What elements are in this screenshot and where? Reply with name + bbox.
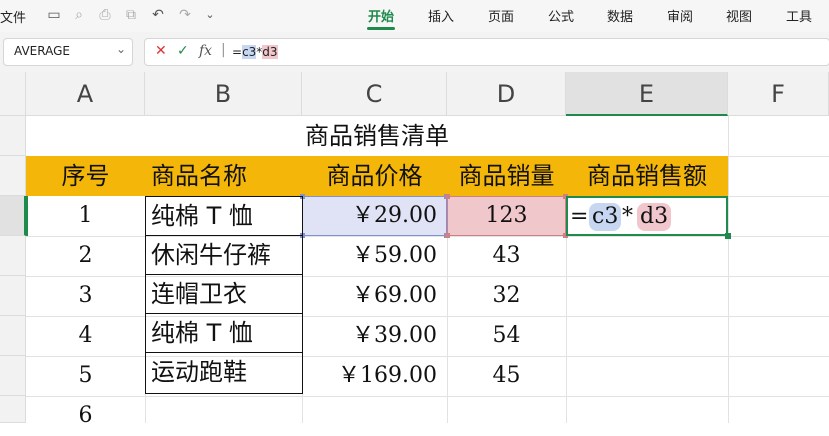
confirm-icon[interactable]: ✓ xyxy=(177,43,189,59)
tab-home[interactable]: 开始 xyxy=(368,6,394,25)
tab-data[interactable]: 数据 xyxy=(607,6,633,25)
header-product-qty[interactable]: 商品销量 xyxy=(447,156,566,196)
edit-ref-c3: c3 xyxy=(589,203,622,231)
cell-d4[interactable]: 43 xyxy=(447,236,566,276)
cell-a5[interactable]: 3 xyxy=(26,276,145,316)
row-header-2[interactable] xyxy=(0,156,26,196)
header-product-price[interactable]: 商品价格 xyxy=(302,156,447,196)
cell-b3[interactable]: 纯棉 T 恤 xyxy=(145,196,303,236)
active-tab-indicator xyxy=(367,27,395,30)
column-header-e[interactable]: E xyxy=(566,72,728,116)
undo-icon[interactable]: ↶ xyxy=(149,5,167,25)
tab-tools[interactable]: 工具 xyxy=(786,6,812,25)
tab-review[interactable]: 审阅 xyxy=(667,6,693,25)
formula-ref-c3: c3 xyxy=(242,45,257,59)
column-header-b[interactable]: B xyxy=(145,72,302,116)
column-header-c[interactable]: C xyxy=(302,72,447,116)
edit-operator: * xyxy=(622,204,633,229)
edit-ref-d3: d3 xyxy=(637,203,672,231)
column-header-a[interactable]: A xyxy=(26,72,145,116)
cell-b5[interactable]: 连帽卫衣 xyxy=(145,274,303,314)
cell-a7[interactable]: 5 xyxy=(26,356,145,396)
chevron-down-icon[interactable]: ⌄ xyxy=(116,42,126,56)
cell-d3[interactable]: 123 xyxy=(447,196,566,236)
sheet-title[interactable]: 商品销售清单 xyxy=(26,116,728,156)
row-header-1[interactable] xyxy=(0,116,26,156)
cell-d5[interactable]: 32 xyxy=(447,276,566,316)
tab-formula[interactable]: 公式 xyxy=(548,6,574,25)
cell-b7[interactable]: 运动跑鞋 xyxy=(145,352,303,394)
print-preview-icon[interactable]: ⧉ xyxy=(122,5,140,25)
fill-handle[interactable] xyxy=(725,233,731,239)
redo-icon[interactable]: ↷ xyxy=(176,5,194,25)
function-icon[interactable]: fx xyxy=(199,43,212,59)
cell-d7[interactable]: 45 xyxy=(447,356,566,396)
chevron-down-icon[interactable]: ⌄ xyxy=(201,5,219,25)
print-icon[interactable]: ⎙ xyxy=(96,5,114,25)
save-icon[interactable]: ▭ xyxy=(45,5,63,25)
select-all-corner[interactable] xyxy=(0,72,26,116)
tab-insert[interactable]: 插入 xyxy=(428,6,454,25)
cell-c3[interactable]: ￥29.00 xyxy=(302,196,437,236)
formula-row: AVERAGE ⌄ ✕ ✓ fx | =c3*d3 xyxy=(0,32,829,72)
top-toolbar: 文件 ▭ ⌕ ⎙ ⧉ ↶ ↷ ⌄ 开始 插入 页面 公式 数据 审阅 视图 工具 xyxy=(0,0,829,32)
edit-equals: = xyxy=(570,204,589,229)
name-box-value: AVERAGE xyxy=(14,44,70,58)
cell-c6[interactable]: ￥39.00 xyxy=(302,316,437,356)
cell-b6[interactable]: 纯棉 T 恤 xyxy=(145,313,303,353)
formula-equals: = xyxy=(232,45,243,59)
row-header-5[interactable] xyxy=(0,276,26,316)
tab-view[interactable]: 视图 xyxy=(726,6,752,25)
row-label-6: 6 xyxy=(78,403,93,428)
cell-b4[interactable]: 休闲牛仔裤 xyxy=(145,235,303,275)
cell-c7[interactable]: ￥169.00 xyxy=(302,356,437,396)
cell-a6[interactable]: 4 xyxy=(26,316,145,356)
formula-bar[interactable]: ✕ ✓ fx | =c3*d3 xyxy=(144,38,829,66)
spreadsheet-grid: A B C D E F 商品销售清单 序号 商品名称 商品价格 商品销量 商品销… xyxy=(0,72,829,428)
column-header-f[interactable]: F xyxy=(728,72,829,116)
file-menu[interactable]: 文件 xyxy=(0,7,26,26)
separator-icon: | xyxy=(221,42,226,58)
formula-text[interactable]: =c3*d3 xyxy=(232,43,278,61)
cell-a3[interactable]: 1 xyxy=(26,196,145,236)
header-no[interactable]: 序号 xyxy=(26,156,145,196)
row-header-8[interactable] xyxy=(0,396,26,423)
row-header-6[interactable] xyxy=(0,316,26,356)
column-header-d[interactable]: D xyxy=(447,72,566,116)
row-header-7[interactable] xyxy=(0,356,26,396)
header-sales-amount[interactable]: 商品销售额 xyxy=(566,156,728,196)
active-row-indicator xyxy=(26,196,28,236)
export-icon[interactable]: ⌕ xyxy=(70,5,88,25)
row-header-3[interactable] xyxy=(0,196,26,236)
formula-ref-d3: d3 xyxy=(262,45,278,59)
header-product-name[interactable]: 商品名称 xyxy=(145,156,302,196)
cell-a4[interactable]: 2 xyxy=(26,236,145,276)
name-box[interactable]: AVERAGE ⌄ xyxy=(3,38,133,66)
cell-c5[interactable]: ￥69.00 xyxy=(302,276,437,316)
row-header-4[interactable] xyxy=(0,236,26,276)
cell-d6[interactable]: 54 xyxy=(447,316,566,356)
cancel-icon[interactable]: ✕ xyxy=(155,43,167,59)
tab-page[interactable]: 页面 xyxy=(488,6,514,25)
cell-c4[interactable]: ￥59.00 xyxy=(302,236,437,276)
